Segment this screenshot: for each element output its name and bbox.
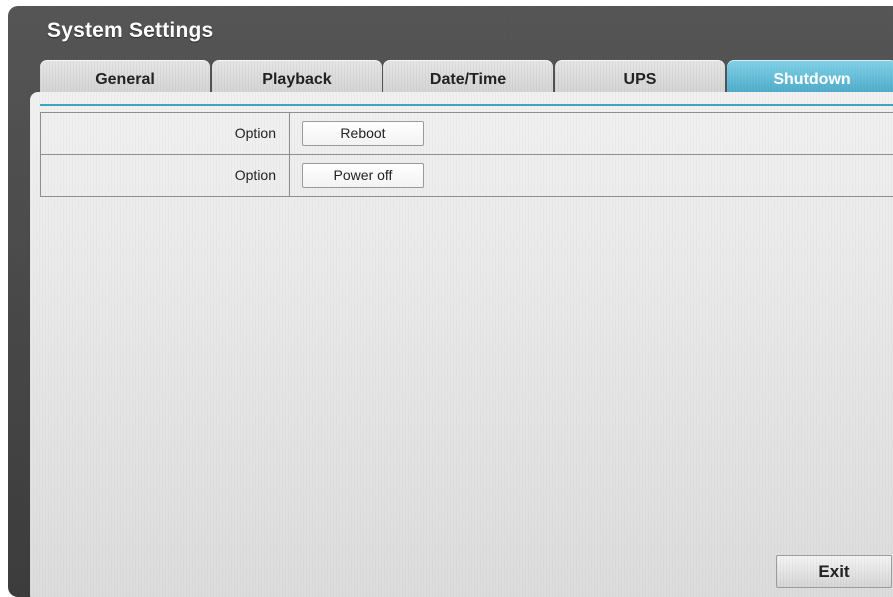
option-row-reboot: Option Reboot bbox=[41, 113, 893, 155]
exit-button[interactable]: Exit bbox=[776, 555, 892, 588]
option-label: Option bbox=[41, 155, 290, 196]
tab-underline bbox=[40, 104, 893, 106]
window-title: System Settings bbox=[47, 19, 214, 42]
option-value-cell: Power off bbox=[290, 155, 893, 196]
power-off-button[interactable]: Power off bbox=[302, 163, 424, 188]
option-value-cell: Reboot bbox=[290, 113, 893, 154]
reboot-button[interactable]: Reboot bbox=[302, 121, 424, 146]
shutdown-panel: Option Reboot Option Power off Exit bbox=[30, 92, 893, 597]
option-label: Option bbox=[41, 113, 290, 154]
shutdown-options-table: Option Reboot Option Power off bbox=[40, 112, 893, 197]
system-settings-window: System Settings General Playback Date/Ti… bbox=[8, 6, 893, 597]
option-row-power-off: Option Power off bbox=[41, 155, 893, 196]
